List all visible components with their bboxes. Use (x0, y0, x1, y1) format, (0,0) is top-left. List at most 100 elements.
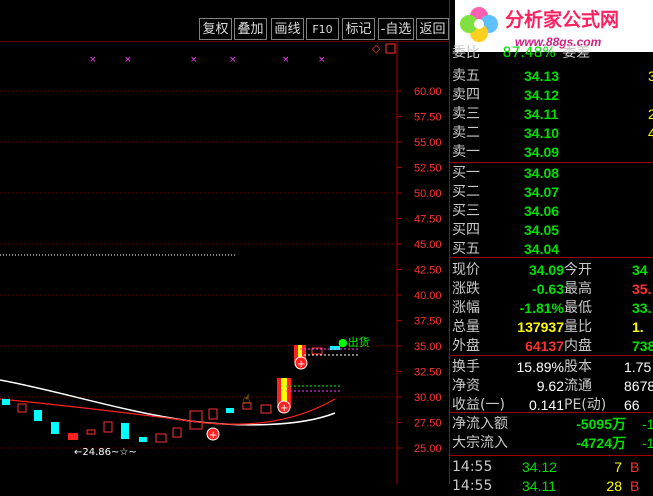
stat-value: 64137 (525, 338, 564, 354)
stat-label-2: 最低 (564, 300, 592, 316)
stat2-label-2: 股本 (564, 359, 592, 375)
svg-text:+: + (209, 430, 217, 441)
sell-level-label: 卖三 (452, 106, 480, 122)
y-tick-label: 25.00 (414, 443, 442, 455)
svg-text:+: + (297, 359, 305, 370)
y-tick-label: 40.00 (414, 290, 442, 302)
sell-level-label: 卖五 (452, 68, 480, 84)
sell-price: 34.12 (524, 87, 560, 103)
quote-panel: 委比 87.48% 委差 卖五 34.13 3 卖四 34.12 卖三 34.11 2 卖二 34… (449, 0, 653, 494)
hand-icon: ☝ (243, 392, 250, 406)
stat-label-2: 最高 (564, 281, 592, 297)
stat2-label: 净资 (452, 378, 480, 394)
stat-value: 137937 (517, 319, 564, 335)
buy-level-label: 买一 (452, 165, 480, 181)
sell-volume: 3 (648, 68, 653, 84)
stat-value-2: 35. (632, 281, 652, 297)
buy-price: 34.06 (524, 203, 560, 219)
flow-label: 净流入额 (452, 416, 508, 432)
stat-label: 外盘 (452, 338, 480, 354)
draw-line-button[interactable]: 画线 (271, 18, 304, 40)
stat-value-2: 738 (632, 338, 653, 354)
y-tick-label: 60.00 (414, 86, 442, 98)
y-tick-label: 35.00 (414, 341, 442, 353)
tick-direction: B (630, 478, 640, 494)
stat2-value: 15.89% (516, 359, 564, 375)
sell-price: 34.10 (524, 125, 560, 141)
flow-extra: -1 (642, 435, 653, 451)
tick-volume: 7 (614, 459, 622, 475)
stat-value-2: 34 (632, 262, 648, 278)
sell-volume: 2 (648, 106, 653, 122)
buy-level-label: 买二 (452, 184, 480, 200)
buy-level-label: 买三 (452, 203, 480, 219)
overlay-button[interactable]: 叠加 (234, 18, 267, 40)
y-tick-label: 37.50 (414, 316, 442, 328)
stat-label: 涨跌 (452, 281, 480, 297)
svg-text:×: × (89, 55, 97, 65)
tick-price: 34.12 (522, 459, 558, 475)
candlestick-chart[interactable]: ◇ × × × × × × 60.00 57.50 55.00 52.50 50.00 47.50… (0, 41, 449, 484)
svg-text:+: + (280, 403, 288, 414)
tick-volume: 28 (606, 478, 622, 494)
candles (2, 345, 340, 443)
stat2-label-2: 流通 (564, 378, 592, 394)
order-ratio-row: 委比 87.48% 委差 (452, 45, 591, 61)
y-axis: 60.00 57.50 55.00 52.50 50.00 47.50 45.00 42.50… (397, 86, 442, 455)
sell-price: 34.11 (524, 106, 559, 122)
stat2-value-2: 8678 (624, 378, 653, 394)
y-tick-label: 55.00 (414, 137, 442, 149)
stat-label: 涨幅 (452, 300, 480, 316)
flow-extra: -1 (642, 416, 653, 432)
mark-button[interactable]: 标记 (342, 18, 375, 40)
y-tick-label: 42.50 (414, 265, 442, 277)
stat-label: 总量 (452, 319, 480, 335)
y-tick-label: 27.50 (414, 418, 442, 430)
sell-price: 34.13 (524, 68, 560, 84)
signal-markers: × × × × × × (89, 55, 326, 65)
stat-value: 34.09 (528, 262, 564, 278)
stat-label: 现价 (452, 262, 480, 278)
buy-level-label: 买四 (452, 222, 480, 238)
sell-price: 34.09 (524, 144, 560, 160)
stat-value-2: 33. (632, 300, 652, 316)
diamond-icon[interactable]: ◇ (372, 42, 381, 55)
svg-text:×: × (229, 55, 237, 65)
stat-label-2: 今开 (564, 262, 592, 278)
y-tick-label: 30.00 (414, 392, 442, 404)
buy-price: 34.07 (524, 184, 560, 200)
svg-text:×: × (282, 55, 290, 65)
tick-direction: B (630, 459, 640, 475)
y-tick-label: 45.00 (414, 239, 442, 251)
low-price-label: ←24.86~☆~ (74, 447, 137, 458)
stat2-value: 9.62 (536, 378, 564, 394)
stat-value: -1.81% (519, 300, 564, 316)
f10-button[interactable]: F10 (306, 18, 339, 40)
back-button[interactable]: 返回 (416, 18, 449, 40)
svg-text:×: × (318, 55, 326, 65)
y-tick-label: 47.50 (414, 214, 442, 226)
square-icon[interactable] (385, 43, 396, 54)
y-tick-label: 32.50 (414, 367, 442, 379)
grid-lines (0, 90, 397, 449)
stat2-label: 换手 (452, 359, 480, 375)
sell-volume: 4 (648, 125, 653, 141)
y-tick-label: 57.50 (414, 112, 442, 124)
sell-level-label: 卖四 (452, 87, 480, 103)
tick-price: 34.11 (522, 478, 556, 494)
watchlist-button[interactable]: -自选 (378, 18, 414, 40)
svg-text:×: × (124, 55, 132, 65)
tick-time: 14:55 (452, 459, 493, 475)
sell-level-label: 卖一 (452, 144, 480, 160)
restore-rights-button[interactable]: 复权 (199, 18, 232, 40)
sell-level-label: 卖二 (452, 125, 480, 141)
buy-signal-icons: + + + (206, 356, 308, 441)
buy-price: 34.08 (524, 165, 560, 181)
sell-annotation: ●出货 (338, 335, 370, 349)
flow-label: 大宗流入 (452, 435, 508, 451)
stat-value-2: 1. (632, 319, 644, 335)
stat-label-2: 量比 (564, 319, 592, 335)
stat2-value-2: 1.75 (624, 359, 652, 375)
tick-time: 14:55 (452, 478, 493, 494)
svg-text:×: × (190, 55, 198, 65)
